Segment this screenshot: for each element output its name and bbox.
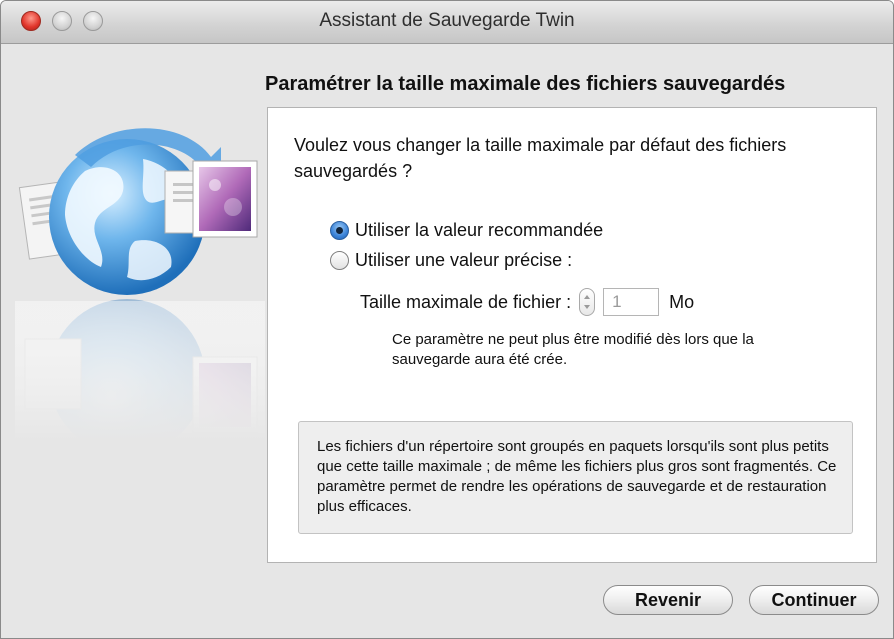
continue-button[interactable]: Continuer	[749, 585, 879, 615]
radio-custom-value[interactable]: Utiliser une valeur précise :	[330, 250, 572, 271]
radio-unselected-icon[interactable]	[330, 251, 349, 270]
size-note: Ce paramètre ne peut plus être modifié d…	[392, 331, 754, 368]
info-box: Les fichiers d'un répertoire sont groupé…	[298, 421, 853, 534]
radio-selected-icon[interactable]	[330, 221, 349, 240]
settings-panel: Voulez vous changer la taille maximale p…	[267, 107, 877, 563]
info-text: Les fichiers d'un répertoire sont groupé…	[317, 438, 837, 515]
title-bar: Assistant de Sauvegarde Twin	[1, 1, 893, 44]
max-file-size-label: Taille maximale de fichier :	[360, 291, 572, 312]
max-file-size-row: Taille maximale de fichier : Mo	[360, 288, 694, 316]
radio-custom-label[interactable]: Utiliser une valeur précise :	[355, 250, 572, 271]
page-title: Paramétrer la taille maximale des fichie…	[265, 73, 786, 95]
globe-with-files-icon	[15, 111, 265, 455]
radio-recommended-label[interactable]: Utiliser la valeur recommandée	[355, 220, 603, 241]
max-file-size-input[interactable]	[603, 288, 660, 316]
size-unit-label: Mo	[669, 291, 695, 312]
size-stepper-icon[interactable]	[579, 288, 596, 316]
back-button[interactable]: Revenir	[603, 585, 733, 615]
radio-recommended-value[interactable]: Utiliser la valeur recommandée	[330, 220, 603, 241]
wizard-window: Assistant de Sauvegarde Twin Paramétrer …	[0, 0, 894, 639]
window-title: Assistant de Sauvegarde Twin	[319, 10, 575, 31]
question-text: Voulez vous changer la taille maximale p…	[294, 135, 787, 181]
